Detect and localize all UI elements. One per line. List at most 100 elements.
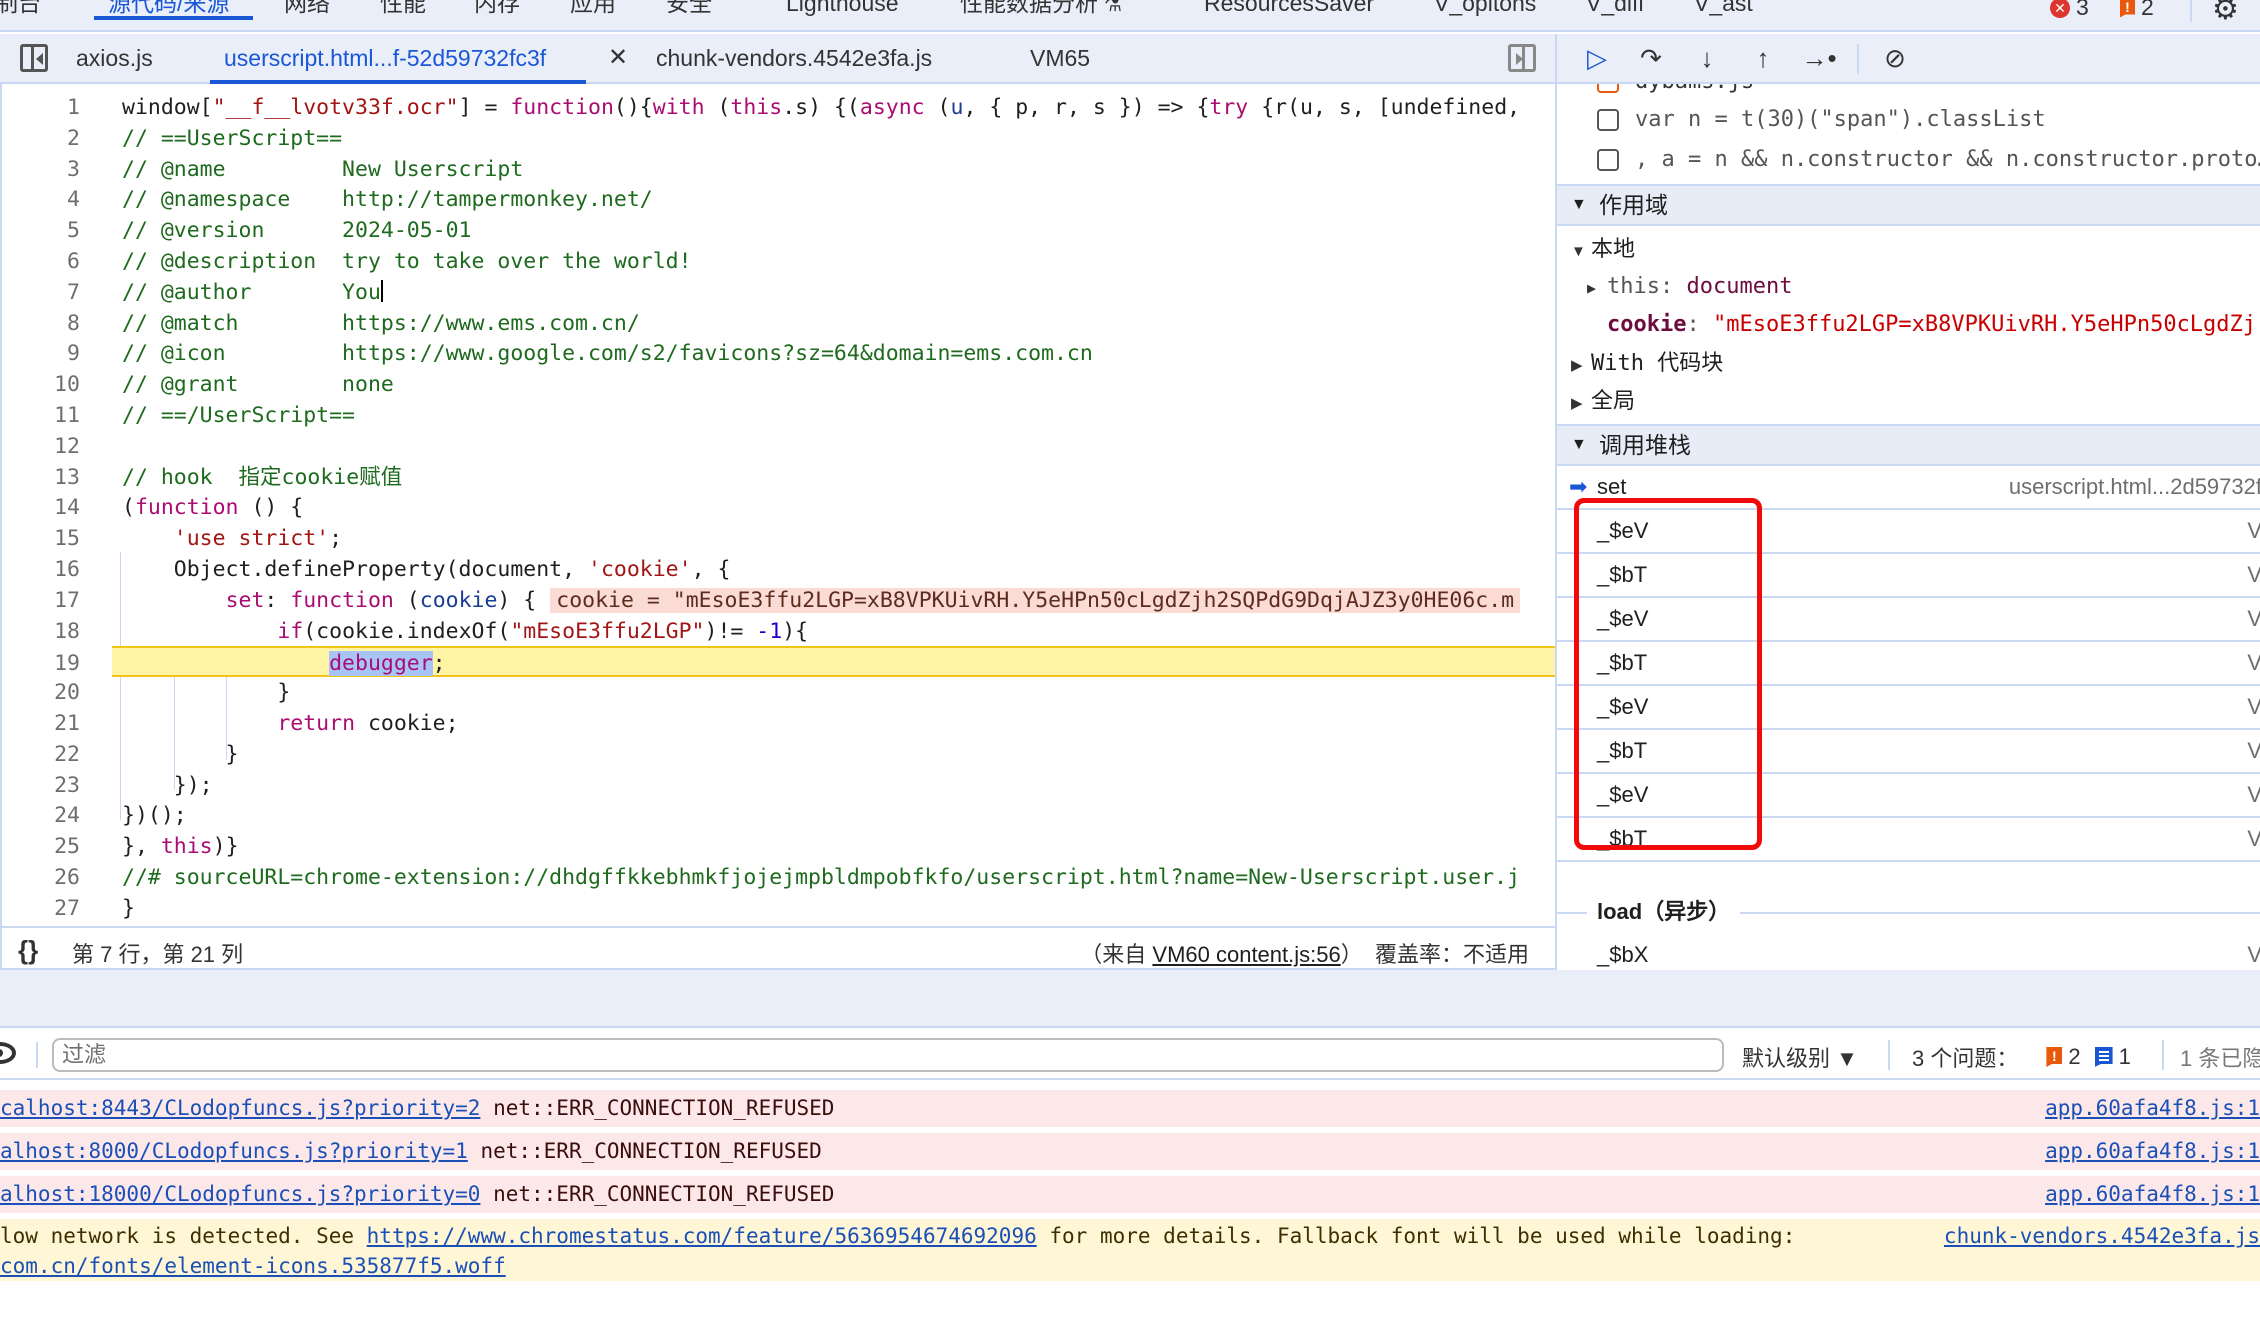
frame-location[interactable]: V	[2247, 730, 2260, 772]
message-url-link[interactable]: https://www.chromestatus.com/feature/563…	[367, 1224, 1037, 1248]
file-tab-axios[interactable]: axios.js	[76, 34, 153, 82]
console-filter-input[interactable]	[52, 1038, 1724, 1072]
checkbox[interactable]	[1597, 109, 1619, 131]
code-line[interactable]: 11 // ==/UserScript==	[2, 400, 1555, 431]
drawer-splitter[interactable]	[0, 970, 2260, 1028]
message-source-link[interactable]: app.60afa4f8.js:1	[2045, 1136, 2260, 1166]
code-line[interactable]: 25}, this)}	[2, 831, 1555, 862]
stack-frame[interactable]: _$bX V	[1557, 934, 2260, 970]
checkbox[interactable]	[1597, 84, 1619, 93]
code-line[interactable]: 10 // @grant none	[2, 369, 1555, 400]
scope-this[interactable]: ▶ this: document	[1557, 268, 2260, 306]
tab-application[interactable]: 应用	[570, 0, 616, 30]
toggle-navigator-icon[interactable]	[20, 44, 48, 72]
line-number[interactable]: 1	[2, 92, 80, 123]
line-number[interactable]: 7	[2, 277, 80, 308]
message-url-link[interactable]: alhost:8000/CLodopfuncs.js?priority=1	[0, 1139, 468, 1163]
file-tab-vm65[interactable]: VM65	[1030, 34, 1090, 82]
scope-with[interactable]: ▶ With 代码块	[1557, 344, 2260, 382]
toggle-debugger-icon[interactable]	[1508, 44, 1536, 72]
line-number[interactable]: 17	[2, 585, 80, 616]
line-number[interactable]: 3	[2, 154, 80, 185]
line-number[interactable]: 21	[2, 708, 80, 739]
step-into-icon[interactable]: ↓	[1687, 40, 1727, 76]
code-line-paused[interactable]: 19 debugger;	[54, 646, 1555, 678]
line-number[interactable]: 6	[2, 246, 80, 277]
step-out-icon[interactable]: ↑	[1743, 40, 1783, 76]
step-icon[interactable]: →•	[1799, 40, 1839, 76]
tab-v-opitons[interactable]: V_opitons	[1434, 0, 1536, 30]
code-line[interactable]: 2 // ==UserScript==	[2, 123, 1555, 154]
tab-v-diff[interactable]: V_diff	[1586, 0, 1644, 30]
warning-counter[interactable]: ! 2	[2120, 0, 2154, 21]
frame-location[interactable]: V	[2247, 686, 2260, 728]
frame-location[interactable]: V	[2247, 554, 2260, 596]
code-line[interactable]: 7 // @author You	[2, 277, 1555, 308]
code-line[interactable]: 20 }	[2, 677, 1555, 708]
tab-lighthouse[interactable]: Lighthouse	[786, 0, 899, 30]
code-line[interactable]: 3 // @name New Userscript	[2, 154, 1555, 185]
code-editor[interactable]: 1 window["__f__lvotv33f.ocr"] = function(…	[0, 84, 1555, 926]
tab-performance-insights[interactable]: 性能数据分析 ⚗	[960, 0, 1122, 30]
error-counter[interactable]: ✕ 3	[2050, 0, 2089, 21]
gear-icon[interactable]: ⚙	[2212, 0, 2239, 27]
line-number[interactable]: 25	[2, 831, 80, 862]
line-number[interactable]: 23	[2, 770, 80, 801]
line-number[interactable]: 26	[2, 862, 80, 893]
stack-frame[interactable]: _$eV V	[1557, 510, 2260, 554]
line-number[interactable]: 12	[2, 431, 80, 462]
frame-location[interactable]: userscript.html...2d59732f	[2009, 466, 2260, 508]
tab-console[interactable]: 控制台	[0, 0, 41, 30]
line-number[interactable]: 5	[2, 215, 80, 246]
pretty-print-icon[interactable]: {}	[18, 935, 38, 966]
message-url-link[interactable]: calhost:8443/CLodopfuncs.js?priority=2	[0, 1096, 480, 1120]
code-line[interactable]: 1 window["__f__lvotv33f.ocr"] = function(…	[2, 92, 1555, 123]
stack-frame[interactable]: _$bT V	[1557, 642, 2260, 686]
frame-location[interactable]: V	[2247, 774, 2260, 816]
line-number[interactable]: 24	[2, 800, 80, 831]
issues-counter[interactable]: 3 个问题： ! 2 1	[1912, 1041, 2131, 1073]
line-number[interactable]: 27	[2, 893, 80, 924]
tab-resourcessaver[interactable]: ResourcesSaver	[1204, 0, 1374, 30]
message-url-link[interactable]: alhost:18000/CLodopfuncs.js?priority=0	[0, 1182, 480, 1206]
code-line[interactable]: 14 (function () {	[2, 492, 1555, 523]
stack-frame[interactable]: _$bT V	[1557, 730, 2260, 774]
stack-frame[interactable]: _$eV V	[1557, 686, 2260, 730]
stack-frame[interactable]: _$bT V	[1557, 554, 2260, 598]
line-number[interactable]: 8	[2, 308, 80, 339]
message-url-link[interactable]: com.cn/fonts/element-icons.535877f5.woff	[0, 1254, 506, 1278]
tab-security[interactable]: 安全	[666, 0, 712, 30]
tab-network[interactable]: 网络	[284, 0, 330, 30]
checkbox[interactable]	[1597, 149, 1619, 171]
frame-location[interactable]: V	[2247, 818, 2260, 860]
code-line[interactable]: 6 // @description try to take over the wo…	[2, 246, 1555, 277]
frame-location[interactable]: V	[2247, 934, 2260, 970]
line-number[interactable]: 13	[2, 462, 80, 493]
code-line[interactable]: 21 return cookie;	[2, 708, 1555, 739]
file-tab-chunk-vendors[interactable]: chunk-vendors.4542e3fa.js	[656, 34, 932, 82]
message-source-link[interactable]: app.60afa4f8.js:1	[2045, 1179, 2260, 1209]
code-line[interactable]: 22 }	[2, 739, 1555, 770]
code-line[interactable]: 17 set: function (cookie) {cookie = "mEs…	[2, 585, 1555, 616]
callstack-section-header[interactable]: ▼ 调用堆栈	[1557, 424, 2260, 466]
deactivate-breakpoints-icon[interactable]: ⊘	[1875, 40, 1915, 76]
frame-location[interactable]: V	[2247, 598, 2260, 640]
line-number[interactable]: 9	[2, 338, 80, 369]
scope-global[interactable]: ▶ 全局	[1557, 382, 2260, 420]
code-line[interactable]: 27}	[2, 893, 1555, 924]
code-line[interactable]: 4 // @namespace http://tampermonkey.net/	[2, 184, 1555, 215]
code-line[interactable]: 9 // @icon https://www.google.com/s2/favi…	[2, 338, 1555, 369]
line-number[interactable]: 18	[2, 616, 80, 647]
line-number[interactable]: 2	[2, 123, 80, 154]
frame-location[interactable]: V	[2247, 510, 2260, 552]
tab-performance[interactable]: 性能	[380, 0, 426, 30]
line-number[interactable]: 22	[2, 739, 80, 770]
scope-cookie[interactable]: cookie: "mEsoE3ffu2LGP=xB8VPKUivRH.Y5eHP…	[1557, 306, 2260, 344]
origin-link[interactable]: VM60 content.js:56	[1152, 942, 1340, 967]
file-tab-userscript[interactable]: userscript.html...f-52d59732fc3f	[209, 34, 587, 84]
close-icon[interactable]: ✕	[608, 34, 628, 82]
line-number[interactable]: 4	[2, 184, 80, 215]
code-line[interactable]: 15 'use strict';	[2, 523, 1555, 554]
line-number[interactable]: 20	[2, 677, 80, 708]
log-level-select[interactable]: 默认级别 ▼	[1742, 1041, 1858, 1073]
